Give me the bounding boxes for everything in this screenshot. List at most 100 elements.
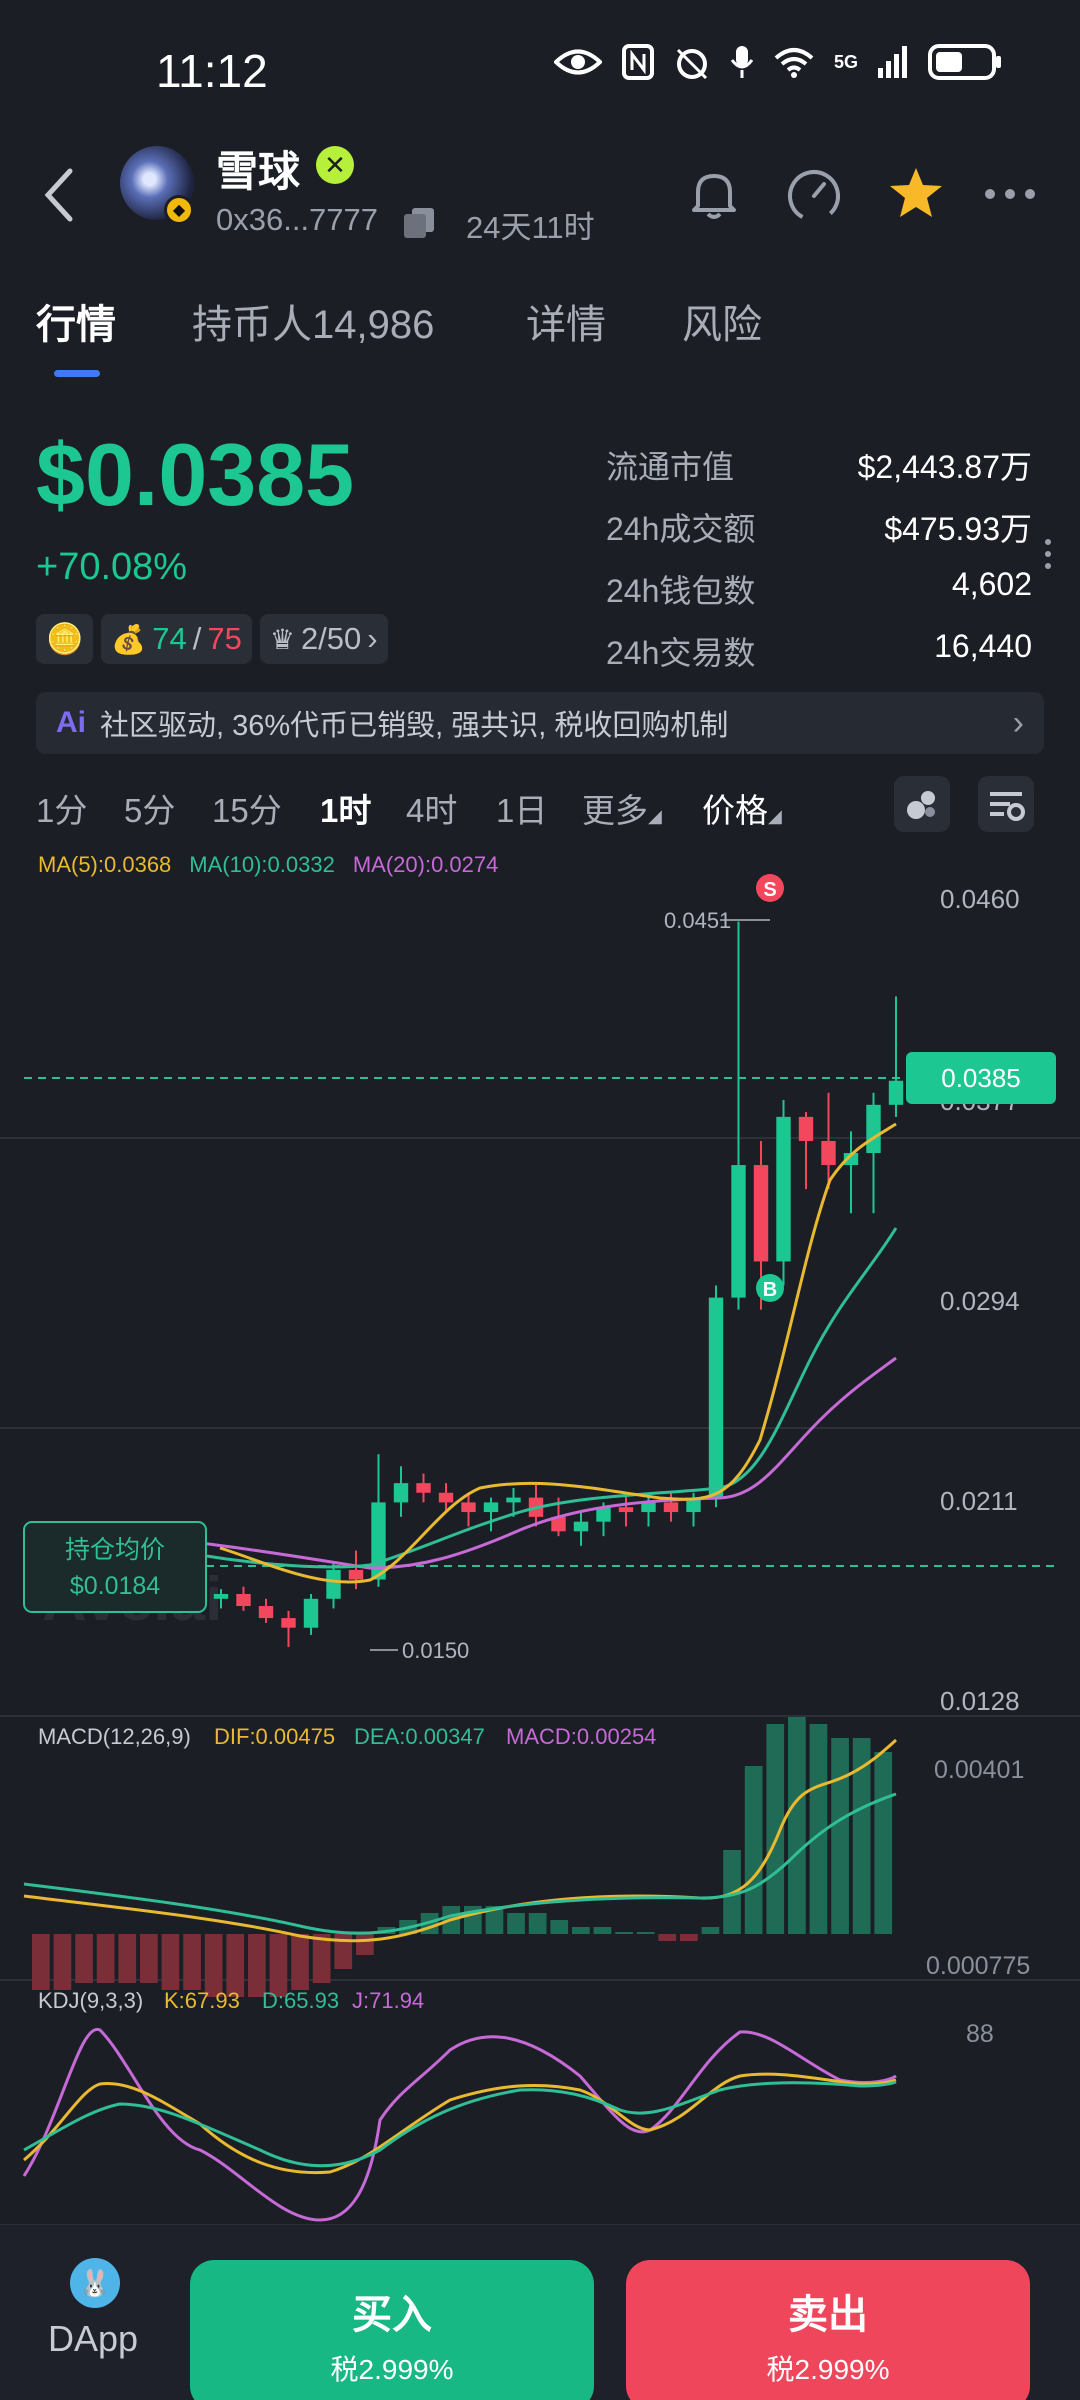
holders-badge[interactable]: 💰 74/75 [101,614,252,664]
macd-value: MACD:0.00254 [506,1724,656,1749]
interval-5m[interactable]: 5分 [124,784,175,832]
candle-up [866,1104,881,1154]
copy-icon[interactable] [402,206,436,240]
stat-label-mcap: 流通市值 [606,449,735,485]
dapp-label[interactable]: DApp [48,2318,138,2360]
sell-marker-label: S [763,879,776,901]
macd-bar [118,1934,137,1983]
status-icons: 5G [553,44,1002,80]
macd-bar [96,1934,115,1983]
chart-settings-button[interactable] [978,776,1034,832]
ai-summary-bar[interactable]: Ai 社区驱动, 36%代币已销毁, 强共识, 税收回购机制 › [36,692,1044,754]
kdj-title: KDJ(9,3,3) [38,1988,143,2013]
kline-chart[interactable]: Ave.ai 0.0460 0.0377 0.0294 0.0211 0.012… [0,860,1080,2224]
buy-button[interactable]: 买入 税2.999% [190,2260,594,2400]
macd-title: MACD(12,26,9) [38,1724,191,1749]
price-mode-select[interactable]: 价格◢ [702,784,782,832]
stat-value-mcap: $2,443.87万 [857,449,1032,485]
stat-label-txns: 24h交易数 [606,635,756,671]
battery-icon [928,44,1001,80]
bell-icon[interactable] [684,164,744,224]
candle-down [821,1140,836,1166]
dapp-icon[interactable]: 🐰 [70,2258,120,2308]
buy-button-label: 买入 [352,2293,432,2337]
candle-up [483,1502,499,1513]
macd-bar [701,1927,720,1934]
macd-bar [528,1913,547,1934]
kdj-k: K:67.93 [164,1988,240,2013]
more-icon[interactable] [980,164,1040,224]
interval-1h[interactable]: 1时 [320,784,371,832]
token-name: 雪球 [216,148,301,195]
verified-icon: ✕ [316,146,354,184]
candle-down [753,1165,769,1262]
kdj-j-line [22,2027,897,2222]
current-price: $0.0385 [36,425,355,524]
candle-down [618,1507,634,1513]
candle-down [258,1606,274,1619]
macd-bar [507,1913,525,1934]
macd-axis-top: 0.00401 [934,1756,1024,1784]
interval-more[interactable]: 更多◢ [582,784,662,832]
price-change: +70.08% [36,546,188,588]
buy-tax: 税2.999% [330,2354,454,2385]
contract-address[interactable]: 0x36...7777 [216,202,378,238]
speedometer-icon[interactable] [784,164,844,224]
avg-cost-label: 持仓均价 [65,1536,165,1564]
interval-1m[interactable]: 1分 [36,784,87,832]
buy-marker-label: B [763,1279,777,1301]
macd-bar [831,1738,849,1934]
low-label: 0.0150 [402,1638,469,1663]
tab-market[interactable]: 行情 [36,292,116,350]
side-more-icon[interactable] [1044,538,1052,570]
kdj-d: D:65.93 [262,1988,339,2013]
macd-axis-bottom: 0.000775 [926,1952,1030,1980]
caret-icon: ◢ [768,806,782,826]
macd-bar [615,1932,633,1934]
ma10-line [199,1227,898,1569]
candle-up [573,1521,589,1532]
ai-summary-text: 社区驱动, 36%代币已销毁, 强共识, 税收回购机制 [100,710,729,742]
coins-badge[interactable]: 🪙 [36,614,94,664]
indicator-button[interactable] [894,776,950,832]
indicator-icon [907,791,935,819]
tab-underline [54,370,100,377]
tab-risk[interactable]: 风险 [682,292,762,350]
interval-more-label: 更多 [582,792,648,829]
wifi-icon [774,48,814,78]
candle-down [281,1618,296,1628]
macd-bar [312,1934,331,1983]
kdj-k-line [23,2072,897,2175]
signal-icon [878,46,907,78]
ma20-line [199,1356,897,1570]
macd-bar [183,1934,201,1990]
kdj-axis-top: 88 [966,2020,994,2048]
candle-up [506,1497,521,1503]
rank-badge[interactable]: ♛ 2/50 › [259,614,388,664]
macd-bar [140,1934,158,1983]
star-icon[interactable] [886,164,946,224]
interval-4h[interactable]: 4时 [406,784,457,832]
back-icon[interactable] [40,165,80,225]
holders-sep: / [192,621,202,656]
tab-details[interactable]: 详情 [526,292,606,350]
macd-bar [53,1934,72,1990]
price-axis-3: 0.0211 [940,1486,1018,1516]
interval-15m[interactable]: 15分 [212,784,282,832]
price-mode-label: 价格 [702,792,768,829]
stat-label-volume: 24h成交额 [606,511,756,547]
nfc-icon [621,44,654,80]
macd-bar [680,1934,698,1941]
sell-button[interactable]: 卖出 税2.999% [626,2260,1030,2400]
candle-up [213,1593,229,1599]
candle-down [348,1569,364,1580]
high-label: 0.0451 [664,908,731,933]
stat-label-wallets: 24h钱包数 [606,573,756,609]
money-bag-icon: 💰 [111,623,147,655]
macd-bar [550,1920,569,1934]
price-axis-4: 0.0128 [940,1686,1020,1716]
tab-holders[interactable]: 持币人14,986 [192,292,434,350]
sell-button-label: 卖出 [788,2293,868,2337]
macd-bar [356,1934,374,1955]
interval-1d[interactable]: 1日 [496,784,547,832]
